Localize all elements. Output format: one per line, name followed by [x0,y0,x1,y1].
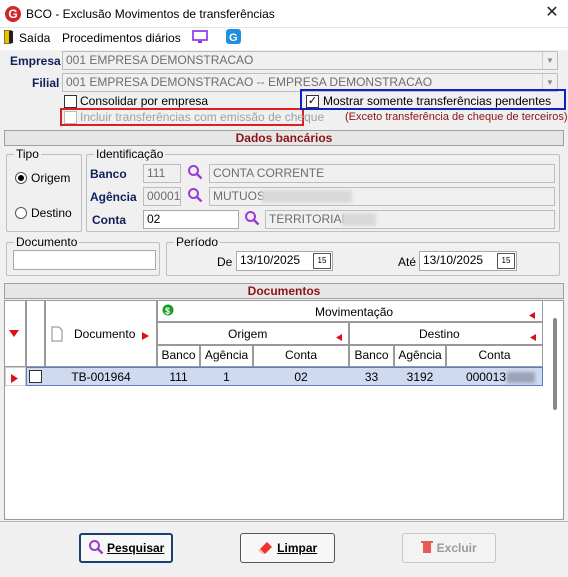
limpar-button[interactable]: Limpar [240,533,335,563]
conta-search-icon[interactable] [244,210,260,226]
row-orig-conta: 02 [294,370,308,384]
ate-label: Até [398,255,417,269]
col-origem-label: Origem [228,327,268,341]
de-calendar-icon[interactable]: 15 [313,253,331,269]
svg-text:$: $ [165,306,170,316]
current-row-icon [11,372,18,383]
dados-bancarios-header: Dados bancários [4,130,564,146]
consolidar-label: Consolidar por empresa [80,94,209,108]
origem-label: Origem [31,171,71,185]
empresa-label: Empresa [10,54,61,68]
agencia-search-icon[interactable] [187,187,203,203]
filial-label: Filial [32,76,60,90]
close-icon[interactable]: ✕ [543,4,561,22]
origem-radio[interactable] [15,172,27,184]
col-orig-banco[interactable]: Banco [157,345,200,367]
grid-scrollbar[interactable] [553,318,557,410]
sort-down-icon[interactable] [9,327,19,337]
movimentacao-arrow-icon[interactable] [529,308,535,319]
g-app-icon[interactable]: G [226,29,241,44]
exceto-note: (Exceto transferência de cheque de terce… [345,111,568,123]
conta-name-field: TERRITORIAL [265,210,555,229]
col-orig-conta[interactable]: Conta [253,345,349,367]
redacted-blur [507,372,535,383]
documentos-header: Documentos [4,283,564,299]
row-dest-banco: 33 [364,370,379,384]
empresa-select[interactable]: 001 EMPRESA DEMONSTRACAO [62,51,558,70]
col-documento-label: Documento [74,327,136,341]
excluir-button[interactable]: Excluir [402,533,496,563]
row-checkbox[interactable] [29,370,42,383]
eraser-icon [257,542,272,554]
agencia-label: Agência [90,190,137,204]
incluir-checkbox[interactable] [64,111,77,124]
search-icon [88,540,103,555]
row-orig-banco: 111 [169,370,188,384]
pesquisar-label: Pesquisar [106,541,165,555]
redacted-blur [262,190,352,203]
identificacao-title: Identificação [94,147,166,161]
destino-radio[interactable] [15,207,27,219]
col-arrow-icon[interactable] [142,329,149,340]
svg-text:G: G [229,32,238,44]
destino-arrow-icon[interactable] [530,330,536,341]
consolidar-checkbox[interactable] [64,95,77,108]
money-icon: $ [162,304,174,316]
documento-input[interactable] [13,250,156,270]
banco-search-icon[interactable] [187,164,203,180]
limpar-label: Limpar [277,541,318,555]
conta-label: Conta [92,213,126,227]
menu-saida[interactable]: Saída [19,28,50,48]
monitor-icon[interactable] [192,30,208,44]
col-dest-agencia[interactable]: Agência [394,345,446,367]
empresa-dropdown-icon[interactable]: ▼ [542,52,557,69]
app-logo-icon: G [5,6,21,22]
redacted-blur [342,213,376,226]
mostrar-label: Mostrar somente transferências pendentes [323,94,552,108]
mostrar-checkbox[interactable]: ✓ [306,95,319,108]
periodo-title: Período [174,235,221,249]
col-dest-conta[interactable]: Conta [446,345,543,367]
tipo-title: Tipo [14,147,41,161]
row-orig-agencia: 1 [223,370,230,384]
menu-procedimentos-diarios[interactable]: Procedimentos diários [62,28,181,48]
banco-label: Banco [90,167,127,181]
documento-title: Documento [14,235,80,249]
col-dest-banco[interactable]: Banco [349,345,394,367]
row-dest-agencia: 3192 [406,370,434,384]
col-orig-agencia[interactable]: Agência [200,345,253,367]
exit-door-icon [3,29,14,45]
grid-check-col [26,300,45,367]
window-title: BCO - Exclusão Movimentos de transferênc… [26,7,275,21]
banco-name-field: CONTA CORRENTE [209,164,555,183]
destino-label: Destino [31,206,72,220]
incluir-label: Incluir transferências com emissão de ch… [80,110,325,124]
de-label: De [217,255,233,269]
trash-icon [421,541,434,553]
col-destino-label: Destino [419,327,460,341]
conta-code-field[interactable]: 02 [143,210,239,229]
col-movimentacao-label: Movimentação [315,305,394,319]
row-documento: TB-001964 [71,370,131,384]
ate-calendar-icon[interactable]: 15 [497,253,515,269]
excluir-label: Excluir [436,541,477,555]
pesquisar-button[interactable]: Pesquisar [79,533,173,563]
banco-code-field[interactable]: 111 [143,164,181,183]
row-dest-conta: 000013 [465,370,506,384]
agencia-code-field[interactable]: 00001 [143,187,181,206]
agencia-name-field: MUTUOS [209,187,555,206]
origem-arrow-icon[interactable] [336,330,342,341]
document-icon [50,326,64,342]
tipo-group [6,154,82,232]
